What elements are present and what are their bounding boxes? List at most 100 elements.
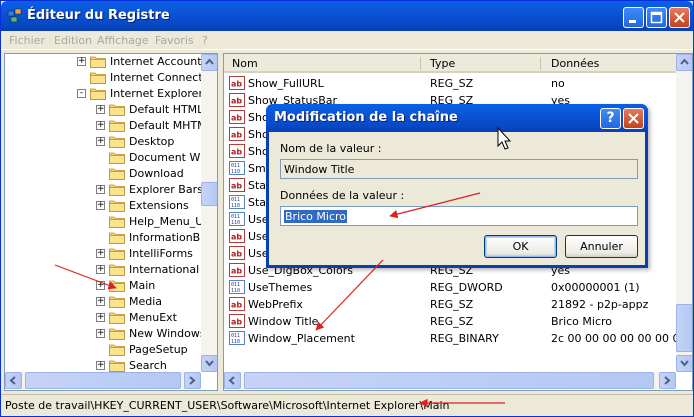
cancel-button[interactable]: Annuler [565, 235, 638, 258]
string-value-icon: ab [229, 93, 245, 107]
list-row[interactable]: 011 110 Window_Placement REG_BINARY 2c 00 00… [224, 330, 676, 346]
binary-value-icon: 011110 [229, 280, 245, 294]
expand-icon[interactable]: + [96, 104, 105, 114]
column-header-type[interactable]: Type [430, 57, 455, 70]
tree-item-label: Internet Explorer [110, 87, 203, 100]
expand-icon[interactable]: + [96, 360, 105, 370]
list-scroll-thumb[interactable] [676, 304, 692, 352]
tree-item-label: Internet Connectic [110, 71, 212, 84]
expand-icon[interactable]: + [77, 56, 86, 66]
folder-icon [109, 280, 125, 292]
close-icon [674, 12, 685, 23]
svg-text:110: 110 [231, 220, 240, 226]
tree-item[interactable]: + Explorer Bars [5, 182, 203, 198]
dialog-close-button[interactable] [623, 108, 644, 129]
scroll-right-arrow-icon[interactable] [659, 372, 676, 389]
tree-item[interactable]: + Default MHTML [5, 118, 213, 134]
regedit-icon [7, 8, 22, 23]
tree-item[interactable]: + Default HTML E [5, 102, 214, 118]
expand-icon[interactable]: + [96, 184, 105, 194]
tree-item[interactable]: + Media [5, 294, 201, 310]
tree-item[interactable]: PageSetup [5, 342, 201, 358]
column-header-data[interactable]: Données [551, 57, 599, 70]
tree-item[interactable]: + Desktop [5, 134, 201, 150]
expand-icon[interactable]: + [96, 312, 105, 322]
tree-horizontal-scrollbar[interactable] [5, 372, 201, 389]
expand-icon[interactable]: + [96, 296, 105, 306]
minimize-button[interactable] [623, 7, 644, 28]
folder-icon [109, 344, 125, 356]
scroll-up-arrow-icon[interactable] [676, 54, 692, 71]
title-bar[interactable]: Éditeur du Registre [1, 1, 693, 31]
menu-fichier[interactable]: Fichier [9, 34, 45, 47]
menu-help[interactable]: ? [202, 34, 208, 47]
column-header-name[interactable]: Nom [232, 57, 258, 70]
dialog-title-bar[interactable]: Modification de la chaîne ? [266, 104, 648, 132]
cell-name: Window_Placement [248, 332, 355, 345]
tree-item[interactable]: + Internet Account M [5, 54, 215, 70]
expand-icon[interactable]: + [96, 248, 105, 258]
menu-edition[interactable]: Edition [54, 34, 92, 47]
tree-item[interactable]: - Internet Explorer [5, 86, 203, 102]
tree-item[interactable]: + MenuExt [5, 310, 201, 326]
list-row[interactable]: 011 110 UseThemes REG_DWORD 0x00000001 (1) [224, 279, 676, 295]
string-value-icon: ab [229, 314, 245, 328]
scroll-right-arrow-icon[interactable] [184, 372, 201, 389]
list-horizontal-scrollbar[interactable] [224, 372, 676, 389]
tree-item[interactable]: + International [5, 262, 201, 278]
list-row[interactable]: ab Window Title REG_SZ Brico Micro [224, 313, 676, 329]
folder-icon [109, 168, 125, 180]
maximize-button[interactable] [646, 7, 667, 28]
string-value-icon: ab [229, 246, 245, 260]
collapse-icon[interactable]: - [77, 88, 86, 98]
tree-item[interactable]: + Main [5, 278, 201, 294]
tree-item[interactable]: + IntelliForms [5, 246, 201, 262]
expand-icon[interactable]: + [96, 120, 105, 130]
menu-affichage[interactable]: Affichage [97, 34, 149, 47]
scroll-left-arrow-icon[interactable] [5, 372, 22, 389]
scroll-down-arrow-icon[interactable] [676, 355, 692, 372]
list-vertical-scrollbar[interactable] [676, 54, 692, 372]
tree-item-label: PageSetup [129, 343, 188, 356]
dialog-help-button[interactable]: ? [600, 108, 621, 129]
tree-item[interactable]: Download [5, 166, 201, 182]
value-data-input[interactable]: Brico Micro [280, 206, 638, 226]
tree-vertical-scrollbar[interactable] [201, 54, 217, 372]
tree-item[interactable]: Document Wind [5, 150, 217, 166]
svg-text:110: 110 [231, 288, 240, 294]
registry-tree: + Internet Account M Internet Connectic - In… [4, 53, 218, 391]
tree-item-label: InformationBar [129, 231, 212, 244]
list-row[interactable]: ab Show_FullURL REG_SZ no [224, 75, 676, 91]
scroll-left-arrow-icon[interactable] [224, 372, 241, 389]
tree-item[interactable]: + New Windows [5, 326, 206, 342]
expand-icon[interactable]: + [96, 280, 105, 290]
binary-value-icon: 011110 [229, 212, 245, 226]
cell-type: REG_SZ [430, 77, 474, 90]
expand-icon[interactable]: + [96, 200, 105, 210]
tree-item-label: Main [129, 279, 156, 292]
scroll-down-arrow-icon[interactable] [201, 355, 217, 372]
ok-button[interactable]: OK [484, 235, 557, 258]
folder-icon [109, 120, 125, 132]
tree-item[interactable]: InformationBar [5, 230, 211, 246]
svg-text:ab: ab [231, 301, 242, 310]
tree-item[interactable]: Internet Connectic [5, 70, 212, 86]
cell-data: 0x00000001 (1) [551, 281, 640, 294]
tree-item[interactable]: Help_Menu_UR [5, 214, 211, 230]
tree-hscroll-thumb[interactable] [25, 372, 181, 389]
tree-scroll-thumb[interactable] [201, 182, 217, 206]
menu-favoris[interactable]: Favoris [155, 34, 194, 47]
expand-icon[interactable]: + [96, 328, 105, 338]
close-button[interactable] [669, 7, 690, 28]
list-row[interactable]: ab WebPrefix REG_SZ 21892 - p2p-appz [224, 296, 676, 312]
expand-icon[interactable]: + [96, 264, 105, 274]
expand-icon[interactable]: + [96, 136, 105, 146]
scroll-up-arrow-icon[interactable] [201, 54, 217, 71]
list-hscroll-thumb[interactable] [244, 372, 654, 389]
cell-name: Show_FullURL [248, 77, 324, 90]
tree-item-label: Media [129, 295, 163, 308]
svg-text:ab: ab [231, 182, 242, 191]
cell-data: 2c 00 00 00 00 00 00 0 [551, 332, 676, 345]
string-value-icon: ab [229, 297, 245, 311]
tree-item[interactable]: + Extensions [5, 198, 201, 214]
